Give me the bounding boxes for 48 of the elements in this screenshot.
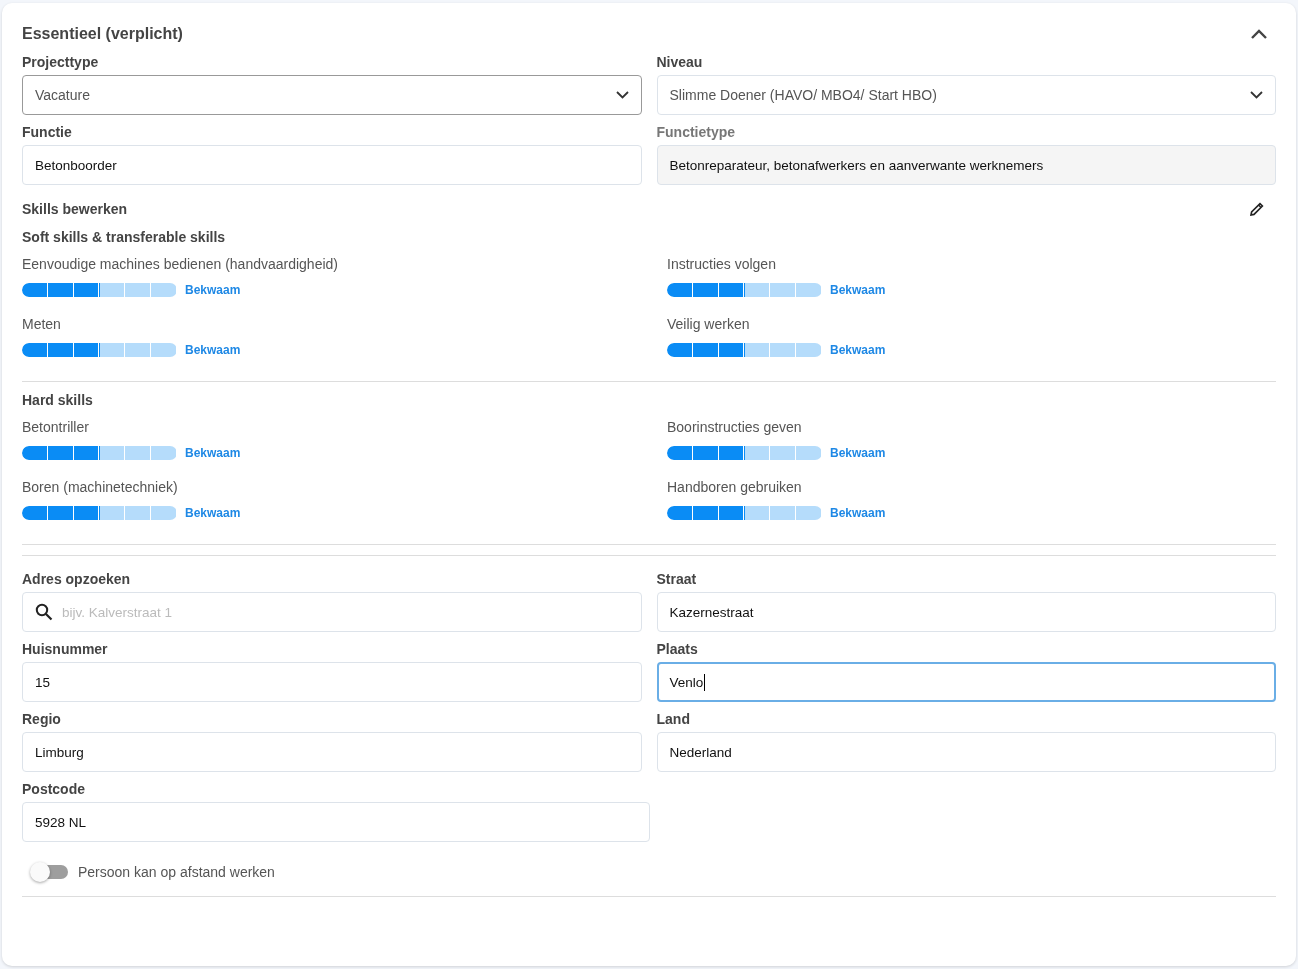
skill-name: Boorinstructies geven — [667, 418, 803, 436]
skills-heading: Skills bewerken — [22, 201, 128, 217]
skill-name: Meten — [22, 315, 62, 333]
skill-name: Eenvoudige machines bedienen (handvaardigheid) — [22, 255, 339, 273]
skill-level-label: Bekwaam — [185, 506, 241, 520]
field-label: Regio — [22, 710, 62, 728]
skill-level-label: Bekwaam — [185, 446, 241, 460]
skill-level-label: Bekwaam — [185, 343, 241, 357]
input-field[interactable]: Limburg — [22, 732, 642, 772]
chevron-up-icon — [1250, 28, 1268, 40]
skill-group-title: Soft skills & transferable skills — [22, 229, 227, 245]
skill-name: Boren (machinetechniek) — [22, 478, 179, 496]
skill-group-title: Hard skills — [22, 392, 94, 408]
field-label: Functietype — [656, 123, 737, 141]
field-label: Projecttype — [22, 53, 100, 71]
toggle-label: Persoon kan op afstand werken — [78, 864, 275, 880]
input-field[interactable]: Betonboorder — [22, 145, 642, 185]
skill-level-label: Bekwaam — [830, 446, 886, 460]
field-label: Straat — [656, 570, 698, 588]
input-field[interactable]: 15 — [22, 662, 642, 702]
input-field[interactable]: 5928 NL — [22, 802, 650, 842]
input-field[interactable]: Nederland — [656, 732, 1276, 772]
skill-level-label: Bekwaam — [830, 343, 886, 357]
skill-level-label: Bekwaam — [830, 283, 886, 297]
skill-name: Betontriller — [22, 418, 90, 436]
field-label: Adres opzoeken — [22, 570, 132, 588]
input-field[interactable]: Venlo — [656, 662, 1276, 702]
skill-name: Veilig werken — [667, 315, 751, 333]
field-label: Plaats — [656, 640, 699, 658]
search-icon — [35, 603, 53, 621]
field-label: Postcode — [22, 780, 86, 798]
skill-name: Instructies volgen — [667, 255, 777, 273]
select-field[interactable]: Vacature — [22, 75, 642, 115]
field-label: Huisnummer — [22, 640, 109, 658]
toggle-switch[interactable] — [32, 865, 68, 879]
input-field[interactable]: Kazernestraat — [656, 592, 1276, 632]
section-title: Essentieel (verplicht) — [22, 25, 183, 43]
field-label: Functie — [22, 123, 73, 141]
field-label: Niveau — [656, 53, 704, 71]
skill-level-label: Bekwaam — [185, 283, 241, 297]
chevron-down-icon — [1250, 91, 1263, 99]
edit-icon[interactable] — [1250, 202, 1264, 216]
chevron-down-icon — [615, 91, 629, 99]
skill-level-label: Bekwaam — [830, 506, 886, 520]
readonly-field: Betonreparateur, betonafwerkers en aanverwante werknemers — [656, 145, 1276, 185]
field-label: Land — [656, 710, 691, 728]
skill-name: Handboren gebruiken — [667, 478, 803, 496]
select-field[interactable]: Slimme Doener (HAVO/ MBO4/ Start HBO) — [656, 75, 1276, 115]
